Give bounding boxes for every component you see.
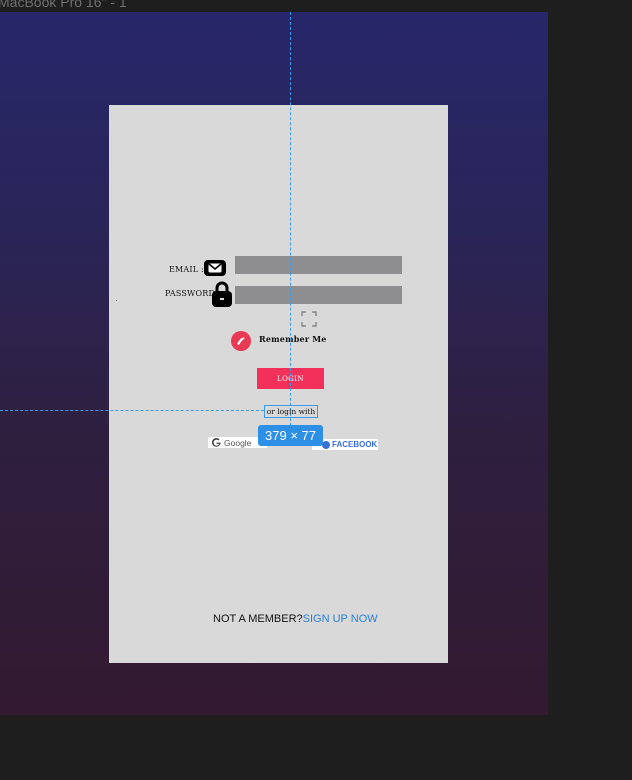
remember-me-label: Remember Me xyxy=(259,334,327,344)
google-label: Google xyxy=(224,437,252,448)
stray-dot xyxy=(116,300,117,301)
password-input[interactable] xyxy=(235,286,402,304)
lock-icon xyxy=(211,281,233,308)
sign-up-link[interactable]: SIGN UP NOW xyxy=(303,613,378,625)
frame-label: MacBook Pro 16" - 1 xyxy=(0,0,127,10)
facebook-label: FACEBOOK xyxy=(332,440,378,449)
email-icon xyxy=(204,260,226,276)
facebook-icon xyxy=(322,440,330,449)
remember-me-toggle[interactable] xyxy=(231,331,251,351)
crop-marker-icon xyxy=(301,311,317,327)
guide-vertical xyxy=(290,12,291,446)
or-login-with-text[interactable]: or login with xyxy=(264,405,318,418)
not-member-text: NOT A MEMBER? xyxy=(213,613,303,625)
signup-prompt-row: NOT A MEMBER?SIGN UP NOW xyxy=(213,613,378,625)
email-input[interactable] xyxy=(235,256,402,274)
email-label: EMAIL : xyxy=(169,265,204,274)
guide-horizontal xyxy=(0,410,264,411)
google-icon xyxy=(212,438,221,447)
selection-dimensions-badge: 379 × 77 xyxy=(258,425,323,446)
